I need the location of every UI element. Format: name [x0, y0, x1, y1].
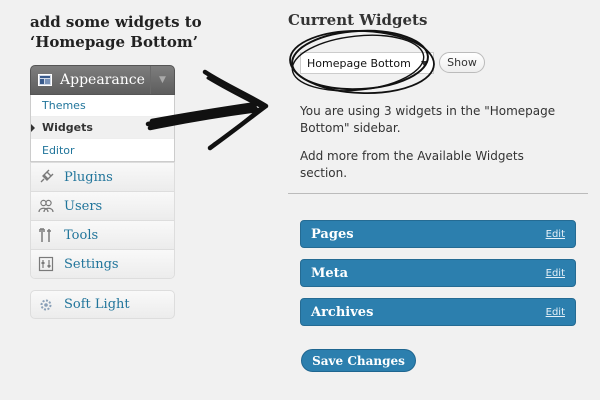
instruction-line-2: ‘Homepage Bottom’: [30, 33, 198, 51]
widget-title: Meta: [311, 265, 349, 281]
chevron-down-icon[interactable]: ▼: [150, 66, 174, 94]
menu-item-appearance[interactable]: Appearance ▼: [30, 65, 175, 95]
sidebar-select-value: Homepage Bottom: [307, 56, 411, 70]
menu-label-settings: Settings: [64, 256, 119, 272]
appearance-icon: [38, 74, 52, 86]
admin-menu: Appearance ▼ Themes Widgets Editor Plugi…: [30, 65, 175, 279]
widget-title: Archives: [311, 304, 374, 320]
widget-count-text: You are using 3 widgets in the "Homepage…: [300, 104, 556, 135]
menu-label-plugins: Plugins: [64, 169, 113, 185]
submenu-item-themes[interactable]: Themes: [31, 95, 174, 117]
instruction-heading: add some widgets to ‘Homepage Bottom’: [30, 12, 220, 52]
page-title: Current Widgets: [288, 11, 428, 29]
plug-icon: [37, 169, 55, 185]
widget-edit-link[interactable]: Edit: [546, 229, 565, 240]
sidebar-select[interactable]: Homepage Bottom: [300, 52, 434, 74]
show-button[interactable]: Show: [439, 52, 485, 73]
widget-title: Pages: [311, 226, 354, 242]
menu-item-settings[interactable]: Settings: [31, 249, 174, 278]
widget-edit-link[interactable]: Edit: [546, 268, 565, 279]
dropdown-caret-icon: [421, 61, 427, 66]
menu-label-users: Users: [64, 198, 103, 214]
available-widgets-hint: Add more from the Available Widgets sect…: [300, 149, 524, 180]
gear-icon: [37, 297, 55, 313]
appearance-label: Appearance: [60, 72, 145, 88]
divider: [288, 193, 588, 194]
widget-meta[interactable]: Meta Edit: [300, 259, 576, 287]
widget-edit-link[interactable]: Edit: [546, 307, 565, 318]
menu-item-users[interactable]: Users: [31, 191, 174, 220]
menu-label-tools: Tools: [64, 227, 99, 243]
menu-item-tools[interactable]: Tools: [31, 220, 174, 249]
submenu-item-widgets[interactable]: Widgets: [31, 117, 174, 139]
appearance-submenu: Themes Widgets Editor: [30, 95, 175, 162]
widget-pages[interactable]: Pages Edit: [300, 220, 576, 248]
submenu-item-editor[interactable]: Editor: [31, 139, 174, 161]
menu-item-plugins[interactable]: Plugins: [31, 162, 174, 191]
save-changes-button[interactable]: Save Changes: [301, 349, 416, 372]
menu-list: Plugins Users Tools Settings: [30, 162, 175, 279]
menu-item-soft-light[interactable]: Soft Light: [30, 290, 175, 319]
users-icon: [37, 198, 55, 214]
settings-icon: [37, 256, 55, 272]
tools-icon: [37, 227, 55, 243]
instruction-line-1: add some widgets to: [30, 13, 202, 31]
menu-label-soft-light: Soft Light: [64, 297, 130, 312]
widget-archives[interactable]: Archives Edit: [300, 298, 576, 326]
